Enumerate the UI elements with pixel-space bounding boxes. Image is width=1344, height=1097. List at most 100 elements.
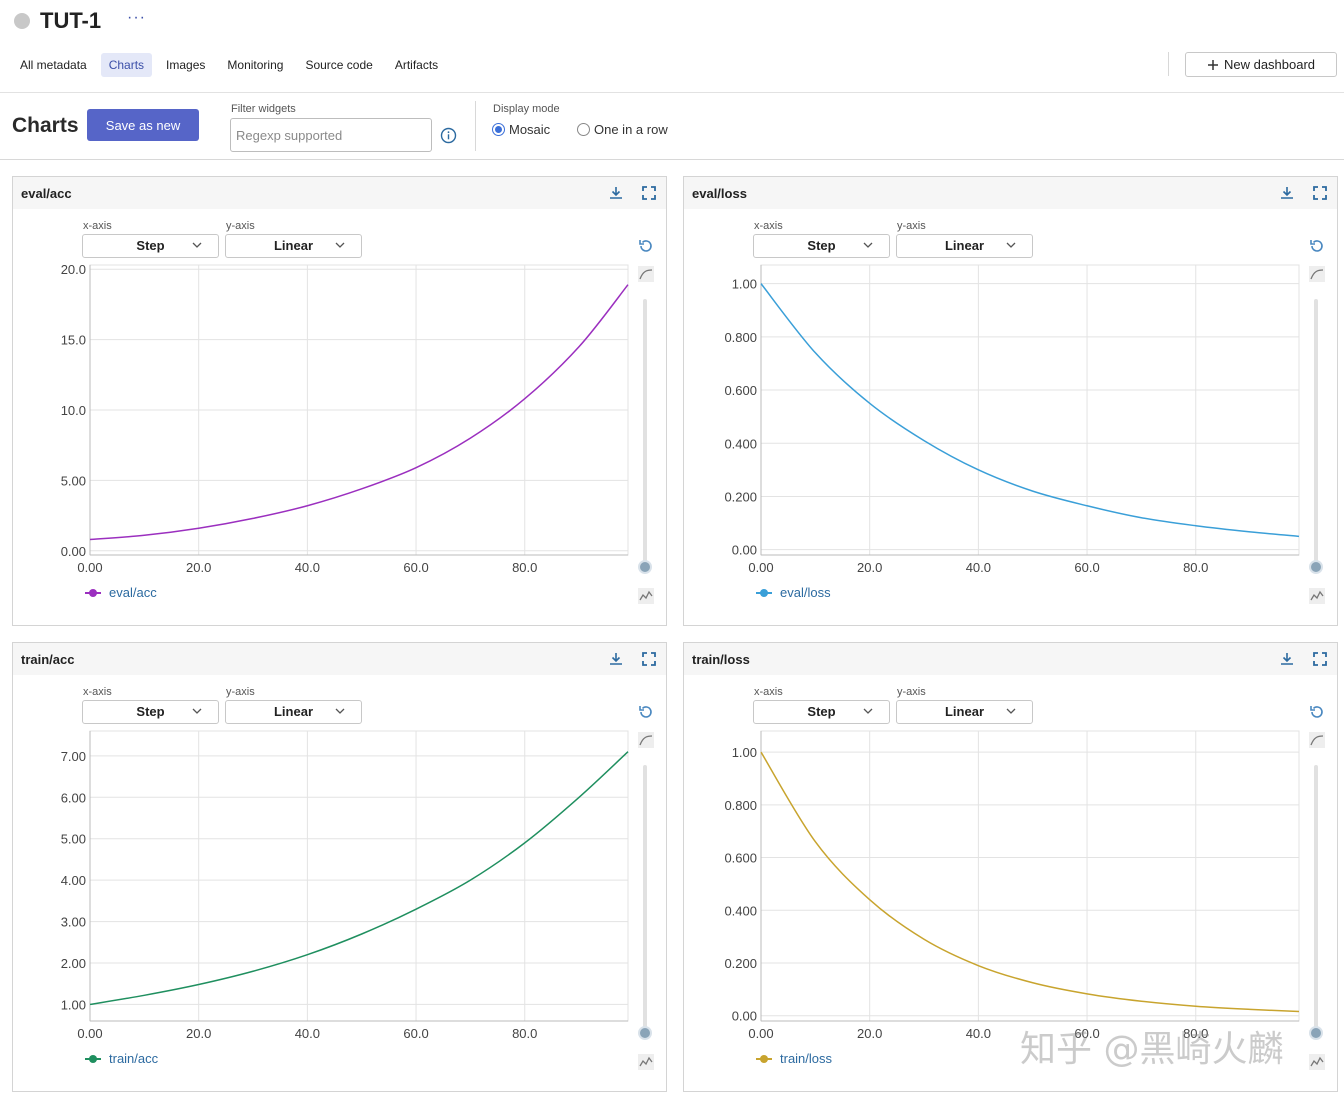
smoothing-slider-track[interactable] (1314, 765, 1318, 1030)
chart-legend: eval/acc (85, 585, 157, 600)
divider (1168, 52, 1169, 76)
legend-marker-icon (756, 588, 772, 598)
tab-charts[interactable]: Charts (100, 53, 153, 77)
smoothing-slider-handle[interactable] (1309, 1026, 1323, 1040)
smoothing-slider-handle[interactable] (638, 560, 652, 574)
radio-selected-icon[interactable] (492, 123, 505, 136)
x-axis-label: x-axis (83, 686, 112, 698)
x-axis-label: x-axis (83, 220, 112, 232)
new-dashboard-button[interactable]: New dashboard (1185, 52, 1337, 77)
y-axis-select[interactable]: Linear (896, 234, 1033, 258)
smoothing-slider-handle[interactable] (638, 1026, 652, 1040)
y-axis-value: Linear (944, 704, 984, 719)
legend-marker-icon (756, 1054, 772, 1064)
panel-header: train/loss (684, 643, 1337, 675)
series-line (760, 751, 1300, 1013)
tab-artifacts[interactable]: Artifacts (387, 53, 446, 77)
watermark-text: 知乎 @黑崎火麟 (1020, 1029, 1284, 1070)
more-options-icon[interactable]: ··· (127, 9, 146, 27)
tab-all-metadata[interactable]: All metadata (12, 53, 95, 77)
y-tick-label: 0.00 (732, 1009, 757, 1024)
smoothing-slider-track[interactable] (643, 765, 647, 1030)
legend-label: train/loss (780, 1051, 833, 1066)
x-axis-value: Step (136, 704, 165, 719)
chevron-down-icon (335, 242, 345, 248)
mode-mosaic-radio[interactable]: Mosaic (492, 122, 550, 137)
y-axis-select[interactable]: Linear (225, 700, 362, 724)
x-tick-label: 0.00 (77, 1026, 102, 1041)
tab-bar: All metadata Charts Images Monitoring So… (12, 53, 446, 77)
download-icon[interactable] (1279, 185, 1295, 201)
raw-data-icon[interactable] (637, 587, 655, 605)
chevron-down-icon (1006, 708, 1016, 714)
smoothing-icon[interactable] (637, 265, 655, 283)
x-axis-select[interactable]: Step (753, 234, 890, 258)
y-axis-select[interactable]: Linear (896, 700, 1033, 724)
y-tick-label: 0.800 (724, 798, 757, 813)
tab-source-code[interactable]: Source code (297, 53, 380, 77)
smoothing-icon[interactable] (637, 731, 655, 749)
x-tick-label: 60.0 (403, 1026, 428, 1041)
raw-data-icon[interactable] (637, 1053, 655, 1071)
plus-icon (1207, 59, 1218, 70)
x-axis-select[interactable]: Step (753, 700, 890, 724)
chart-panel: 0.00 20.0 40.0 60.0 80.0 0.00 0.200 0.400 0.600 0… (683, 176, 1338, 626)
x-axis-label: x-axis (754, 220, 783, 232)
legend-label: eval/acc (109, 585, 157, 600)
tab-monitoring[interactable]: Monitoring (219, 53, 291, 77)
save-as-new-button[interactable]: Save as new (87, 109, 199, 141)
x-tick-label: 40.0 (966, 1026, 991, 1041)
download-icon[interactable] (1279, 651, 1295, 667)
raw-data-icon[interactable] (1308, 587, 1326, 605)
y-tick-label: 0.00 (61, 544, 86, 559)
panel-title: eval/acc (21, 186, 72, 201)
y-axis-value: Linear (273, 704, 313, 719)
smoothing-icon[interactable] (1308, 731, 1326, 749)
chart-panel: 0.00 20.0 40.0 60.0 80.0 0.00 5.00 10.0 15.0 20.0… (12, 176, 667, 626)
new-dashboard-label: New dashboard (1223, 57, 1316, 72)
chevron-down-icon (192, 708, 202, 714)
fullscreen-icon[interactable] (1312, 185, 1328, 201)
mode-one-in-row-label: One in a row (594, 122, 668, 137)
info-icon[interactable] (440, 127, 457, 144)
y-tick-label: 0.600 (724, 851, 757, 866)
y-axis-label: y-axis (897, 686, 926, 698)
y-tick-label: 6.00 (61, 790, 86, 805)
panel-title: eval/loss (692, 186, 747, 201)
reset-zoom-icon[interactable] (637, 703, 655, 721)
filter-widgets-label: Filter widgets (231, 103, 296, 115)
y-axis-select[interactable]: Linear (225, 234, 362, 258)
y-tick-label: 0.400 (724, 903, 757, 918)
reset-zoom-icon[interactable] (637, 237, 655, 255)
filter-widgets-input[interactable] (230, 118, 432, 152)
download-icon[interactable] (608, 185, 624, 201)
download-icon[interactable] (608, 651, 624, 667)
smoothing-slider-track[interactable] (643, 299, 647, 564)
radio-unselected-icon[interactable] (577, 123, 590, 136)
y-tick-label: 0.200 (724, 956, 757, 971)
tab-images[interactable]: Images (158, 53, 213, 77)
y-tick-label: 0.800 (724, 330, 757, 345)
reset-zoom-icon[interactable] (1308, 703, 1326, 721)
legend-marker-icon (85, 588, 101, 598)
reset-zoom-icon[interactable] (1308, 237, 1326, 255)
x-tick-label: 0.00 (77, 560, 102, 575)
chart-panel: 0.00 20.0 40.0 60.0 80.0 1.00 2.00 3.00 4.00 5.00… (12, 642, 667, 1092)
raw-data-icon[interactable] (1308, 1053, 1326, 1071)
y-axis-value: Linear (944, 238, 984, 253)
fullscreen-icon[interactable] (641, 651, 657, 667)
smoothing-icon[interactable] (1308, 265, 1326, 283)
panel-header: eval/acc (13, 177, 666, 209)
smoothing-slider-track[interactable] (1314, 299, 1318, 564)
x-axis-select[interactable]: Step (82, 234, 219, 258)
x-axis-select[interactable]: Step (82, 700, 219, 724)
x-tick-label: 20.0 (857, 1026, 882, 1041)
mode-one-in-row-radio[interactable]: One in a row (577, 122, 668, 137)
smoothing-slider-handle[interactable] (1309, 560, 1323, 574)
fullscreen-icon[interactable] (1312, 651, 1328, 667)
legend-label: eval/loss (780, 585, 831, 600)
series-line (89, 751, 629, 1006)
y-tick-label: 5.00 (61, 832, 86, 847)
run-header: TUT-1 ··· All metadata Charts Images Mon… (0, 0, 1344, 93)
fullscreen-icon[interactable] (641, 185, 657, 201)
